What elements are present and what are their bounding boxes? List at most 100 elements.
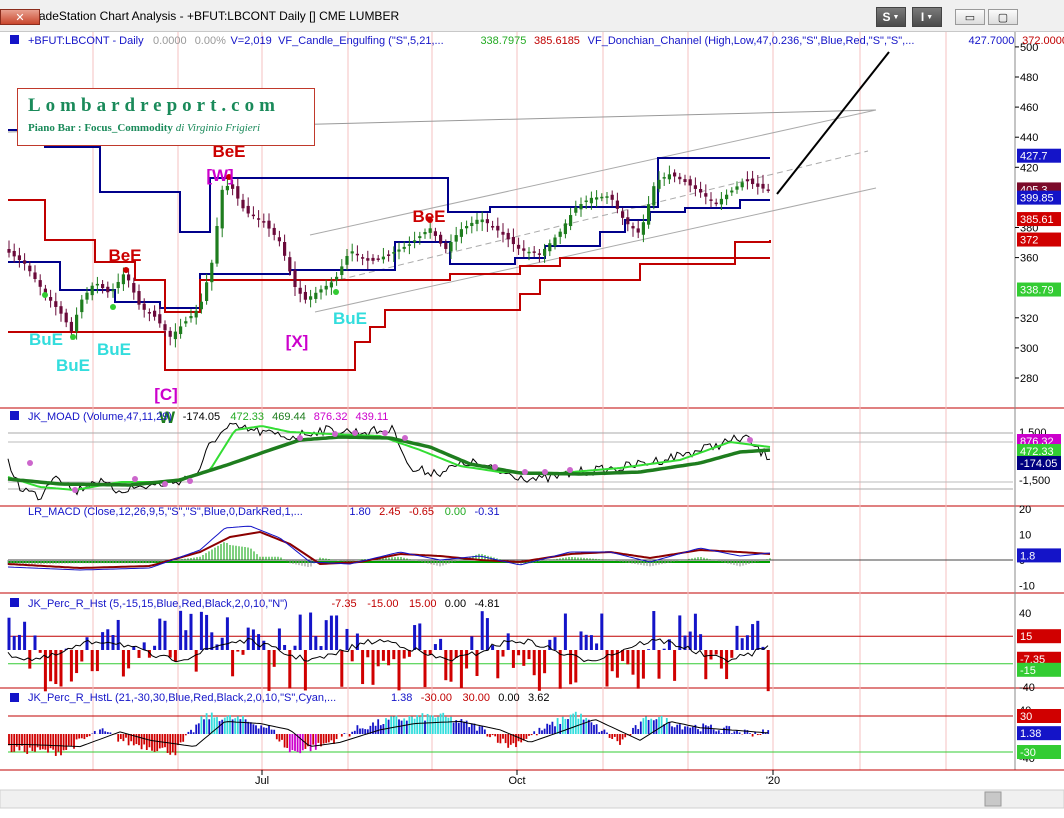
moad-header: JK_MOAD (Volume,47,11,29) -174.05 472.33 46… (28, 411, 388, 423)
percrl-bar (704, 725, 707, 734)
signal-dot (70, 334, 76, 340)
percrl-bar (400, 720, 403, 734)
candle-body (667, 174, 671, 180)
candle-body (64, 312, 68, 323)
percrl-bar (106, 732, 109, 734)
percr-bar (277, 628, 281, 650)
horizontal-scrollbar (0, 789, 1064, 809)
percr-bar (80, 650, 84, 662)
percrl-bar (140, 734, 143, 750)
moad-header-item: -174.05 (183, 411, 220, 423)
percrl-bar (273, 729, 276, 734)
percr-bar (418, 623, 422, 650)
percr-bar (314, 636, 318, 650)
percrl-bar (177, 734, 179, 746)
percr-bar (17, 634, 21, 650)
price-tick-label: 300 (1020, 343, 1038, 355)
price-tick-label: 360 (1020, 253, 1038, 265)
candle-body (246, 205, 250, 214)
candle-body (751, 178, 755, 185)
candle-body (699, 188, 703, 193)
percr-bar (189, 613, 193, 650)
percrl-bar (530, 734, 533, 736)
percrl-header-item: 30.00 (463, 692, 491, 704)
percrl-bar (403, 718, 406, 734)
price-tag: 372 (1020, 235, 1038, 247)
percrl-bar (195, 724, 198, 734)
percr-bar (543, 650, 547, 674)
percrl-bar (62, 734, 65, 751)
percrl-bar (551, 721, 554, 734)
candle-body (392, 252, 396, 254)
percrl-bar (18, 734, 21, 751)
percrl-bar (385, 718, 387, 734)
percrl-bar (52, 734, 55, 750)
percr-bar (298, 614, 302, 650)
candle-body (756, 183, 760, 187)
minimize-button[interactable]: ▭ (955, 9, 985, 25)
scrollbar-thumb[interactable] (984, 791, 1002, 807)
percrl-bar (135, 734, 138, 745)
percrl-header-item: JK_Perc_R_HstL (21,-30,30,Blue,Red,Black… (28, 692, 336, 704)
percrl-bar (205, 713, 208, 734)
candle-body (407, 244, 411, 246)
percrl-tag: -30 (1020, 747, 1036, 759)
percr-bar (730, 650, 734, 658)
symbol-link-button[interactable]: S ▼ (876, 7, 906, 27)
percrl-bar (595, 724, 598, 734)
percrl-bar (541, 730, 543, 734)
percrl-bar (452, 722, 455, 734)
candle-body (402, 246, 406, 249)
percr-bar (714, 650, 718, 655)
percrl-bar (21, 734, 23, 746)
percrl-bar (234, 718, 237, 734)
percrl-bar (723, 727, 725, 734)
macd-header-item: LR_MACD (Close,12,26,9,5,"S","S",Blue,0,… (28, 506, 303, 518)
percr-bar (324, 620, 328, 650)
percr-bar (423, 650, 427, 688)
percrl-bar (145, 734, 148, 750)
interval-link-button[interactable]: I ▼ (912, 7, 942, 27)
percrl-bar (707, 726, 710, 734)
candle-body (163, 324, 167, 331)
percr-header-item: 0.00 (445, 598, 466, 610)
percr-bar (652, 611, 656, 650)
percrl-bar (343, 733, 346, 734)
percr-bar (90, 650, 94, 672)
percrl-bar (572, 713, 575, 734)
chart-canvas[interactable]: 500480460440420380360320300280BeE[W]BeEB… (0, 32, 1064, 818)
percrl-bar (642, 718, 645, 734)
percrl-bar (65, 734, 68, 750)
percrl-bar (127, 734, 130, 746)
percrl-bar (236, 716, 239, 734)
candle-body (506, 232, 510, 240)
candle-body (366, 258, 370, 261)
close-button[interactable]: ✕ (0, 9, 40, 25)
candle-body (485, 219, 489, 224)
percrl-tag: 30 (1020, 711, 1032, 723)
candle-body (683, 179, 687, 182)
percr-bar (194, 650, 198, 672)
chart-area[interactable]: 500 480 460 440 420 380 360 320 300 280 BeE [W] BeE B… (0, 32, 1064, 818)
percrl-bar (548, 724, 551, 734)
percr-bar (345, 628, 349, 650)
percr-bar (38, 650, 42, 653)
candle-body (147, 312, 151, 314)
moad-signal-dot (542, 469, 548, 475)
candle-body (574, 207, 578, 213)
percrl-bar (702, 723, 705, 734)
percrl-header: JK_Perc_R_HstL (21,-30,30,Blue,Red,Black… (28, 692, 549, 704)
price-tick-label: 320 (1020, 313, 1038, 325)
candle-body (376, 258, 380, 260)
percrl-bar (751, 734, 754, 737)
percrl-tag: 1.38 (1020, 728, 1041, 740)
pattern-annotation: BeE (108, 246, 141, 265)
percrl-bar (538, 727, 541, 734)
candle-body (220, 189, 224, 229)
percrl-bar (268, 725, 270, 734)
maximize-button[interactable]: ▢ (988, 9, 1018, 25)
percr-bar (480, 611, 484, 650)
candle-body (626, 217, 630, 225)
candle-body (121, 274, 125, 285)
percr-bar (678, 615, 682, 650)
